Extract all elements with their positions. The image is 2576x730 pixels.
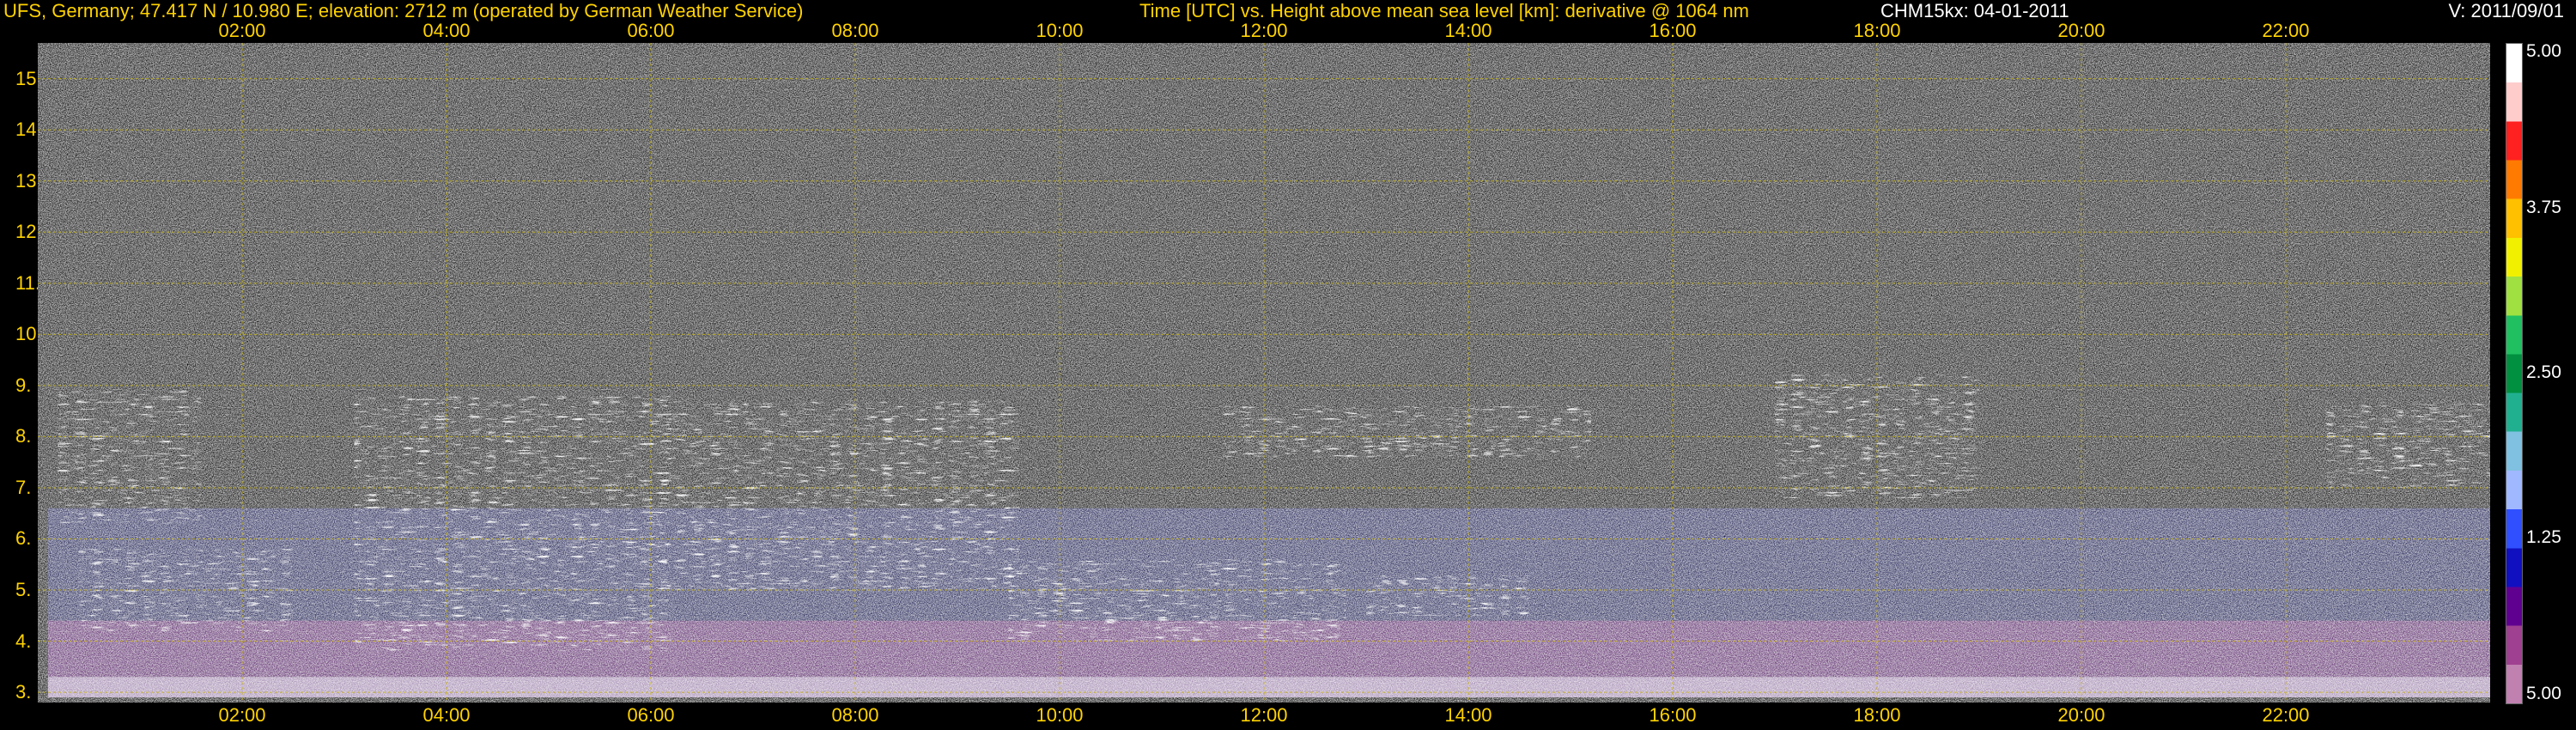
y-tick-label: 5. [15, 579, 32, 601]
colorbar-label: 1.25 [2526, 527, 2561, 547]
plot-area [38, 43, 2490, 703]
version-label: V: 2011/09/01 [2448, 0, 2564, 21]
x-tick-label: 14:00 [1444, 704, 1492, 726]
x-tick-label: 10:00 [1036, 704, 1084, 726]
x-tick-label: 16:00 [1649, 704, 1697, 726]
x-tick-label: 10:00 [1036, 20, 1084, 41]
cloud-region [651, 400, 1019, 591]
y-tick-label: 9. [15, 374, 32, 396]
cloud-region [1366, 575, 1530, 616]
y-tick-label: 7. [15, 476, 32, 498]
x-tick-label: 18:00 [1853, 704, 1901, 726]
y-axis: 15. 14. 13. 12. 11. 10. 9. 8. 7. 6. 5. 4. 3. [0, 43, 42, 703]
x-tick-label: 22:00 [2262, 704, 2310, 726]
cloud-region [1008, 559, 1346, 642]
y-tick-label: 11. [15, 271, 40, 294]
x-tick-label: 20:00 [2057, 704, 2105, 726]
colorbar-label: 5.00 [2526, 41, 2561, 61]
x-tick-label: 18:00 [1853, 20, 1901, 41]
x-tick-label: 02:00 [218, 20, 266, 41]
colorbar-labels: 5.00 3.75 2.50 1.25 5.00 [2526, 41, 2576, 703]
colorbar-label: 2.50 [2526, 362, 2561, 382]
axes-description: Time [UTC] vs. Height above mean sea lev… [1139, 0, 1749, 21]
y-tick-label: 4. [15, 630, 32, 652]
y-tick-label: 3. [15, 681, 32, 703]
x-tick-label: 06:00 [627, 704, 675, 726]
y-tick-label: 8. [15, 425, 32, 447]
aerosol-layer [47, 677, 2490, 698]
colorbar-label: 5.00 [2526, 684, 2561, 703]
x-axis-bottom: 02:00 04:00 06:00 08:00 10:00 12:00 14:00 16:00… [38, 705, 2490, 727]
x-tick-label: 14:00 [1444, 20, 1492, 41]
colorbar-label: 3.75 [2526, 198, 2561, 217]
cloud-region [58, 390, 202, 524]
x-tick-label: 16:00 [1649, 20, 1697, 41]
x-tick-label: 02:00 [218, 704, 266, 726]
x-axis-top: 02:00 04:00 06:00 08:00 10:00 12:00 14:00 16:00… [38, 21, 2490, 43]
x-tick-label: 06:00 [627, 20, 675, 41]
instrument-date: CHM15kx: 04-01-2011 [1880, 0, 2069, 21]
x-tick-label: 08:00 [831, 20, 879, 41]
x-tick-label: 22:00 [2262, 20, 2310, 41]
station-info: UFS, Germany; 47.417 N / 10.980 E; eleva… [3, 0, 804, 21]
backscatter-heatmap [38, 43, 2490, 703]
x-tick-label: 08:00 [831, 704, 879, 726]
cloud-region [354, 395, 671, 652]
cloud-region [1223, 405, 1591, 458]
x-tick-label: 12:00 [1240, 20, 1288, 41]
y-tick-label: 6. [15, 527, 32, 550]
x-tick-label: 20:00 [2057, 20, 2105, 41]
colorbar [2506, 43, 2523, 704]
x-tick-label: 04:00 [422, 20, 471, 41]
x-tick-label: 04:00 [422, 704, 471, 726]
cloud-region [2326, 400, 2490, 488]
x-tick-label: 12:00 [1240, 704, 1288, 726]
